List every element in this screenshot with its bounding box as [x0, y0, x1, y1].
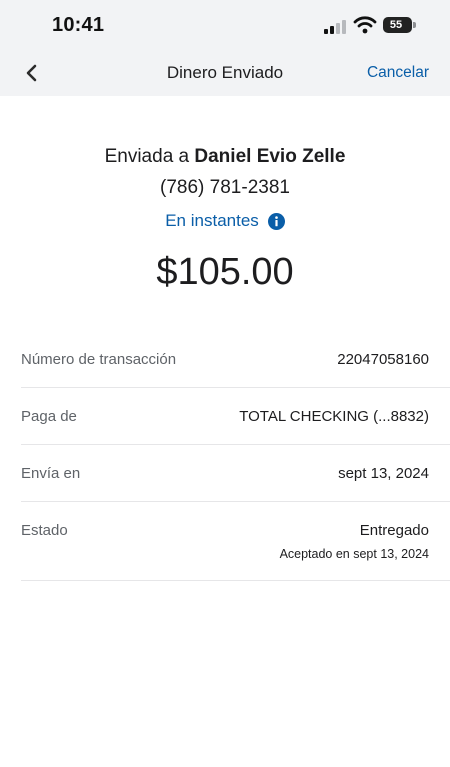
recipient-name: Daniel Evio Zelle: [194, 146, 346, 167]
pay-from-label: Paga de: [21, 408, 77, 425]
status-bar: 10:41 55: [0, 0, 450, 52]
amount: $105.00: [156, 251, 294, 293]
send-on-value: sept 13, 2024: [338, 465, 429, 482]
delivery-speed-label: En instantes: [165, 211, 259, 230]
battery-tip: [413, 22, 416, 28]
battery-icon: 55: [383, 17, 412, 33]
delivery-speed: En instantes: [0, 211, 450, 231]
detail-row-status: Estado Entregado Aceptado en sept 13, 20…: [21, 502, 450, 581]
navigation-bar: Dinero Enviado Cancelar: [0, 52, 450, 96]
transaction-details: Número de transacción 22047058160 Paga d…: [21, 331, 450, 581]
status-time: 10:41: [52, 14, 105, 36]
cellular-signal-icon: [324, 18, 346, 34]
header-area: 10:41 55 Dinero Enviado Cancelar: [0, 0, 450, 96]
cancel-button[interactable]: Cancelar: [367, 64, 429, 82]
send-on-label: Envía en: [21, 465, 81, 482]
transaction-number-value: 22047058160: [337, 351, 429, 368]
status-detail: Aceptado en sept 13, 2024: [279, 547, 429, 561]
detail-row-pay-from: Paga de TOTAL CHECKING (...8832): [21, 388, 450, 445]
status-value: Entregado: [359, 522, 429, 539]
info-circle-icon[interactable]: [267, 212, 285, 230]
detail-row-transaction: Número de transacción 22047058160: [21, 331, 450, 388]
battery-level: 55: [389, 19, 403, 31]
detail-row-send-on: Envía en sept 13, 2024: [21, 445, 450, 502]
recipient-line: Enviada a Daniel Evio Zelle: [0, 146, 450, 168]
transaction-number-label: Número de transacción: [21, 351, 177, 368]
wifi-icon: [353, 16, 377, 34]
pay-from-value: TOTAL CHECKING (...8832): [239, 408, 429, 425]
status-label: Estado: [21, 522, 68, 539]
sent-to-prefix: Enviada a: [104, 146, 190, 167]
recipient-phone: (786) 781-2381: [160, 177, 290, 198]
